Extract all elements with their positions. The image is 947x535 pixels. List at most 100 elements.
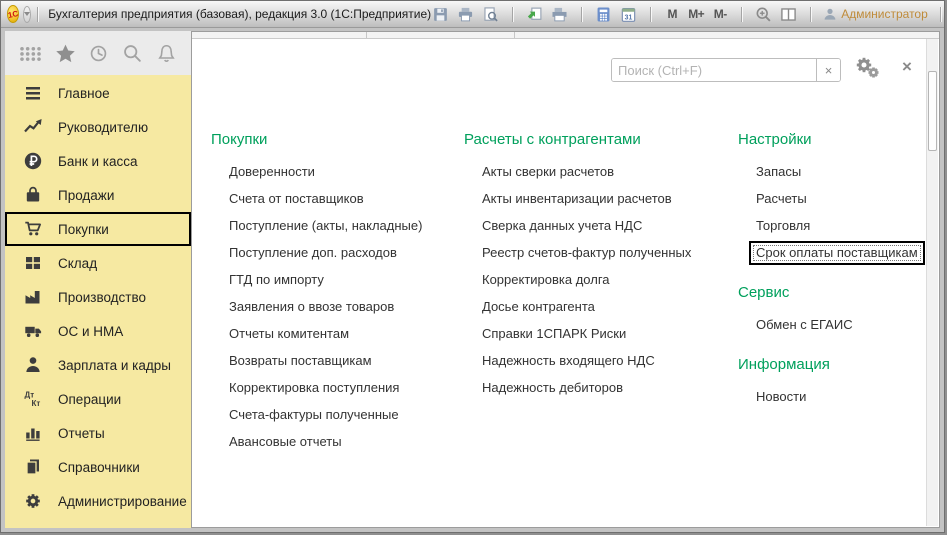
scrollbar-thumb[interactable] [928,71,937,151]
menu-item[interactable]: Справки 1СПАРК Риски [464,320,691,347]
sidebar-item-банк-и-касса[interactable]: Банк и касса [5,144,191,178]
zoom-in-button[interactable] [754,4,773,24]
menu-item[interactable]: Заявления о ввозе товаров [211,293,422,320]
sidebar-item-отчеты[interactable]: Отчеты [5,416,191,450]
app-window: 1С Бухгалтерия предприятия (базовая), ре… [0,0,945,533]
menu-section: Расчеты с контрагентамиАкты сверки расче… [464,131,691,401]
menu-item[interactable]: Поступление доп. расходов [211,239,422,266]
history-icon[interactable] [88,43,109,64]
menu-item[interactable]: Акты сверки расчетов [464,158,691,185]
user-icon [823,7,837,21]
load-file-button[interactable] [525,4,544,24]
svg-text:Кт: Кт [31,399,40,408]
dtkt-icon: ДтКт [22,389,44,409]
main-menu-button[interactable] [23,6,31,23]
section-title: Информация [738,356,925,373]
sidebar-item-label: Продажи [58,188,114,203]
section-title: Покупки [211,131,422,148]
sidebar-panel-icons [5,31,191,75]
menu-item[interactable]: Счета-фактуры полученные [211,401,422,428]
calendar-button[interactable]: 31 [619,4,638,24]
sidebar-item-label: Производство [58,290,146,305]
factory-icon [22,287,44,307]
sidebar-item-операции[interactable]: ДтКт Операции [5,382,191,416]
sidebar: ГлавноеРуководителюБанк и касса Продажи По… [5,31,191,528]
sidebar-item-справочники[interactable]: Справочники [5,450,191,484]
sidebar-item-покупки[interactable]: Покупки [5,212,191,246]
sidebar-item-label: Справочники [58,460,140,475]
calculator-icon [595,6,612,23]
menu-item[interactable]: Акты инвентаризации расчетов [464,185,691,212]
toolbar-separator [940,7,941,22]
menu-item[interactable]: Счета от поставщиков [211,185,422,212]
user-name-label: Администратор [841,7,928,21]
print-button[interactable] [456,4,475,24]
print-preview-icon [482,6,499,23]
menu-item[interactable]: Возвраты поставщикам [211,347,422,374]
calculator-button[interactable] [594,4,613,24]
section-title: Настройки [738,131,925,148]
sidebar-item-label: Зарплата и кадры [58,358,171,373]
menu-column: Расчеты с контрагентамиАкты сверки расче… [464,131,691,419]
menu-item[interactable]: Доверенности [211,158,422,185]
chevron-down-icon [24,12,30,16]
toolbar-separator [650,7,651,22]
search-clear-button[interactable]: × [816,59,840,81]
hamburger-icon [22,83,44,103]
ruble-icon [22,151,44,171]
calendar-icon: 31 [620,6,637,23]
settings-gears-icon[interactable] [854,55,880,79]
sidebar-item-зарплата-и-кадры[interactable]: Зарплата и кадры [5,348,191,382]
split-window-button[interactable] [779,4,798,24]
notifications-bell-icon[interactable] [156,43,177,64]
search-icon[interactable] [122,43,143,64]
menu-section: Информация Новости [738,356,925,410]
menu-item[interactable]: ГТД по импорту [211,266,422,293]
truck-icon [22,321,44,341]
sidebar-item-администрирование[interactable]: Администрирование [5,484,191,518]
zoom-in-icon [755,6,772,23]
calc-memory-minus-button[interactable]: M- [711,4,729,24]
current-user-button[interactable]: Администратор [823,7,928,21]
menu-item[interactable]: Надежность дебиторов [464,374,691,401]
print-file-button[interactable] [550,4,569,24]
menu-item[interactable]: Корректировка поступления [211,374,422,401]
menu-item[interactable]: Сверка данных учета НДС [464,212,691,239]
sidebar-item-label: Покупки [58,222,109,237]
sidebar-item-продажи[interactable]: Продажи [5,178,191,212]
panel-close-button[interactable]: × [902,58,912,76]
sidebar-item-склад[interactable]: Склад [5,246,191,280]
sidebar-item-производство[interactable]: Производство [5,280,191,314]
menu-item[interactable]: Обмен с ЕГАИС [738,311,925,338]
favorites-star-icon[interactable] [55,43,76,64]
scrollbar[interactable] [926,39,938,526]
menu-item[interactable]: Корректировка долга [464,266,691,293]
print-preview-button[interactable] [481,4,500,24]
calc-memory-button[interactable]: M [663,4,681,24]
save-button[interactable] [431,4,450,24]
menu-item[interactable]: Реестр счетов-фактур полученных [464,239,691,266]
menu-column: Настройки ЗапасыРасчетыТорговляСрок оплат… [738,131,925,428]
menu-item[interactable]: Запасы [738,158,925,185]
calc-memory-plus-button[interactable]: M+ [687,4,705,24]
sidebar-item-главное[interactable]: Главное [5,76,191,110]
menu-item[interactable]: Торговля [738,212,925,239]
quick-actions-toolbar: 31MM+M-Администраторi [431,4,947,24]
menu-item[interactable]: Поступление (акты, накладные) [211,212,422,239]
sidebar-item-ос-и-нма[interactable]: ОС и НМА [5,314,191,348]
menu-item[interactable]: Расчеты [738,185,925,212]
menu-item[interactable]: Надежность входящего НДС [464,347,691,374]
menu-column: ПокупкиДоверенностиСчета от поставщиковП… [211,131,422,473]
section-functions-panel: × × Покупки ДоверенностиСчета от поставщи… [191,31,940,528]
sidebar-item-label: Администрирование [58,494,187,509]
menu-item[interactable]: Новости [738,383,925,410]
menu-item[interactable]: Авансовые отчеты [211,428,422,455]
menu-item[interactable]: Отчеты комитентам [211,320,422,347]
cart-icon [22,219,44,239]
sidebar-item-label: Операции [58,392,121,407]
menu-item[interactable]: Досье контрагента [464,293,691,320]
search-input[interactable] [612,59,816,81]
menu-item[interactable]: Срок оплаты поставщикам [738,239,925,266]
apps-grid-icon[interactable] [19,45,42,62]
sidebar-item-руководителю[interactable]: Руководителю [5,110,191,144]
